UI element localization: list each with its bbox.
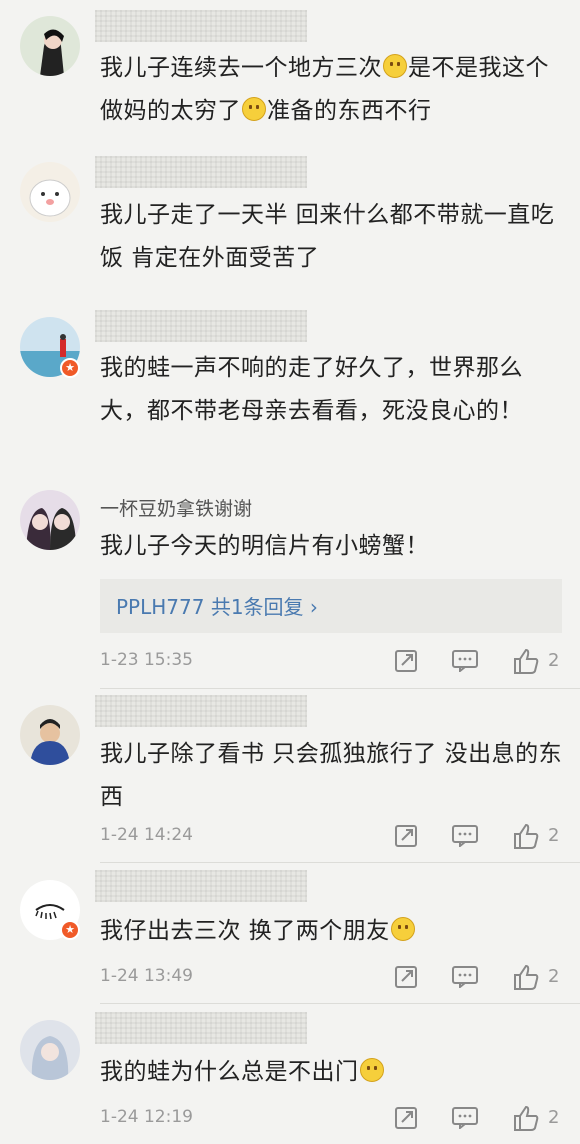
emoji-icon — [242, 97, 266, 121]
divider — [100, 862, 580, 863]
comment-text: 我的蛙一声不响的走了好久了，世界那么大，都不带老母亲去看看，死没良心的！ — [100, 355, 523, 424]
thumbs-up-icon[interactable] — [512, 822, 540, 850]
comment-icon[interactable] — [452, 966, 478, 988]
verified-badge-icon: ★ — [60, 920, 80, 940]
comment-icon[interactable] — [452, 825, 478, 847]
share-icon[interactable] — [394, 824, 418, 848]
comment-text: 我仔出去三次 换了两个朋友 — [100, 910, 565, 953]
avatar[interactable] — [20, 705, 80, 765]
emoji-icon — [359, 1058, 384, 1082]
share-icon[interactable] — [394, 1106, 418, 1130]
thumbs-up-icon[interactable] — [512, 1104, 540, 1132]
share-icon[interactable] — [394, 965, 418, 989]
username-redacted[interactable] — [95, 1012, 307, 1044]
username-redacted[interactable] — [95, 695, 307, 727]
timestamp: 1-23 15:35 — [100, 650, 193, 670]
reply-preview[interactable]: PPLH777 共1条回复 › — [100, 579, 562, 633]
avatar[interactable] — [20, 1020, 80, 1080]
like-count: 2 — [548, 1107, 560, 1128]
username-redacted[interactable] — [95, 310, 307, 342]
timestamp: 1-24 13:49 — [100, 966, 193, 986]
comment-text: 我儿子连续去一个地方三次 是不是我这个做妈的太穷了 准备的东西不行 — [100, 54, 549, 124]
thumbs-up-icon[interactable] — [512, 963, 540, 991]
comment-icon[interactable] — [452, 1107, 478, 1129]
like-count: 2 — [548, 650, 560, 671]
comment-text: 我儿子除了看书 只会孤独旅行了 没出息的东西 — [100, 741, 563, 810]
username-redacted[interactable] — [95, 870, 307, 902]
view-replies-link[interactable]: PPLH777 共1条回复 › — [116, 591, 318, 620]
action-bar: 2 — [390, 822, 570, 852]
username-redacted[interactable] — [95, 10, 307, 42]
comment-text: 我儿子今天的明信片有小螃蟹！ — [100, 533, 429, 559]
avatar[interactable] — [20, 162, 80, 222]
timestamp: 1-24 12:19 — [100, 1107, 193, 1127]
username-redacted[interactable] — [95, 156, 307, 188]
action-bar: 2 — [390, 963, 570, 993]
timestamp: 1-24 14:24 — [100, 825, 193, 845]
divider — [100, 688, 580, 689]
share-icon[interactable] — [394, 649, 418, 673]
divider — [100, 1003, 580, 1004]
verified-badge-icon: ★ — [60, 358, 80, 378]
emoji-icon — [383, 54, 407, 78]
action-bar: 2 — [390, 1104, 570, 1134]
like-count: 2 — [548, 966, 560, 987]
comment-text: 我的蛙为什么总是不出门 — [100, 1051, 565, 1094]
like-count: 2 — [548, 825, 560, 846]
comment-item: 我儿子连续去一个地方三次 是不是我这个做妈的太穷了 准备的东西不行 — [0, 0, 580, 140]
avatar[interactable] — [20, 490, 80, 550]
thumbs-up-icon[interactable] — [512, 647, 540, 675]
avatar[interactable] — [20, 16, 80, 76]
comment-icon[interactable] — [452, 650, 478, 672]
username[interactable]: 一杯豆奶拿铁谢谢 — [100, 494, 252, 521]
laughing-emoji-icon — [390, 917, 415, 941]
comment-text: 我儿子走了一天半 回来什么都不带就一直吃饭 肯定在外面受苦了 — [100, 202, 555, 271]
action-bar: 2 — [390, 647, 570, 677]
